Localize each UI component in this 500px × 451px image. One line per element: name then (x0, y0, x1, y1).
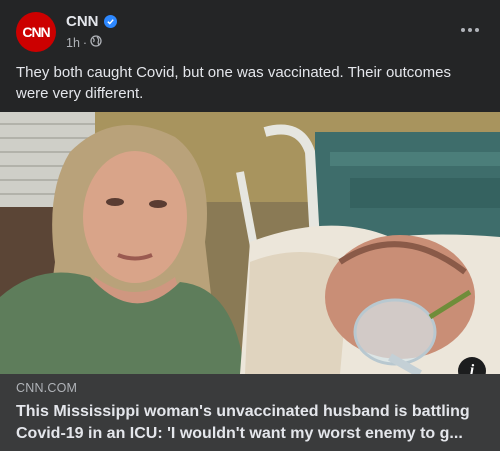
page-name-label[interactable]: CNN (66, 13, 99, 30)
link-title-line1[interactable]: This Mississippi woman's unvaccinated hu… (16, 401, 486, 423)
cnn-logo-text: CNN (22, 24, 50, 40)
link-preview-image[interactable] (0, 112, 500, 374)
post-header: CNN CNN 1h · (0, 0, 500, 60)
post-text: They both caught Covid, but one was vacc… (16, 64, 451, 102)
page-name[interactable]: CNN (66, 13, 117, 30)
cnn-avatar[interactable]: CNN (16, 12, 56, 52)
post-time[interactable]: 1h (66, 36, 80, 50)
link-title-line2[interactable]: Covid-19 in an ICU: 'I wouldn't want my … (16, 423, 486, 445)
link-card[interactable]: CNN.COM This Mississippi woman's unvacci… (0, 374, 500, 451)
link-title[interactable]: This Mississippi woman's unvaccinated hu… (16, 401, 486, 445)
meta-separator: · (82, 35, 88, 50)
verified-badge-icon (103, 15, 117, 28)
post-meta: 1h · (66, 35, 102, 50)
more-options-icon[interactable] (458, 20, 482, 40)
cnn-logo-icon: CNN (22, 24, 51, 40)
link-domain: CNN.COM (16, 381, 78, 395)
hospital-photo (0, 112, 500, 374)
globe-icon (90, 35, 102, 50)
